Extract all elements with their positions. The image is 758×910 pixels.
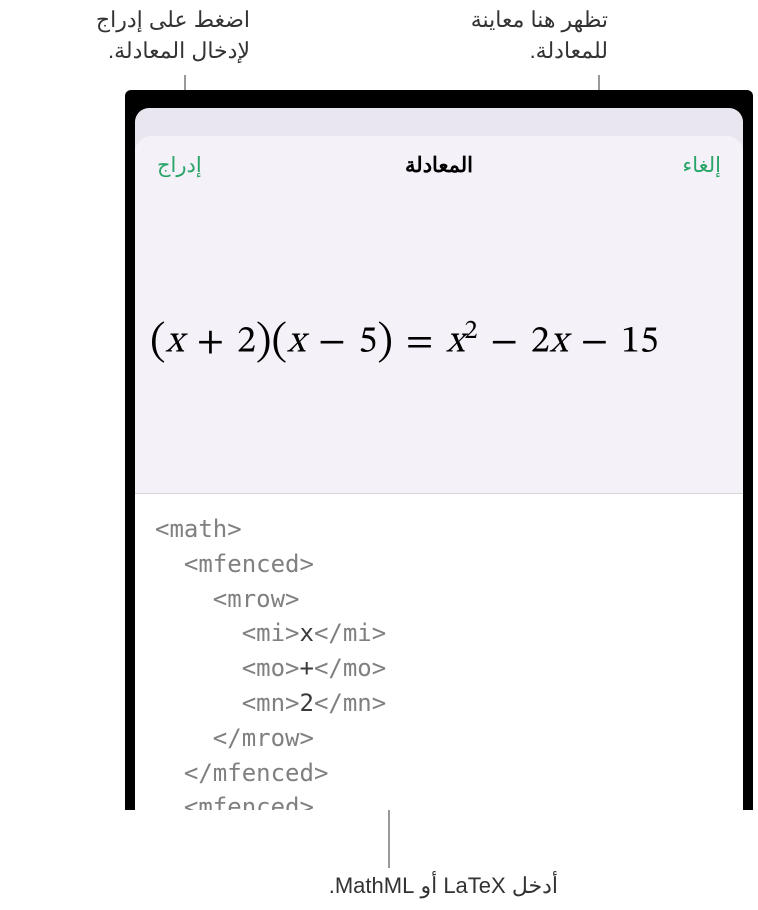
equation-preview: (x + 2)(x − 5) = x2 − 2x − 15 [150,316,659,371]
dialog-title: المعادلة [135,153,743,178]
insert-button[interactable]: إدراج [157,153,202,178]
card-stack-background: إلغاء المعادلة إدراج (x + 2)(x − 5) = x2… [135,108,743,810]
callout-preview: تظهر هنا معاينة للمعادلة. [388,5,608,67]
cancel-button[interactable]: إلغاء [682,153,721,178]
callout-input: أدخل LaTeX أو MathML. [238,871,558,902]
device-frame: إلغاء المعادلة إدراج (x + 2)(x − 5) = x2… [125,90,753,810]
callout-insert: اضغط على إدراج لإدخال المعادلة. [70,5,250,67]
equation-preview-area: (x + 2)(x − 5) = x2 − 2x − 15 [135,194,743,494]
dialog-header: إلغاء المعادلة إدراج [135,136,743,194]
equation-dialog: إلغاء المعادلة إدراج (x + 2)(x − 5) = x2… [135,136,743,810]
equation-code-input[interactable]: <math> <mfenced> <mrow> <mi>x</mi> <mo>+… [135,494,743,810]
